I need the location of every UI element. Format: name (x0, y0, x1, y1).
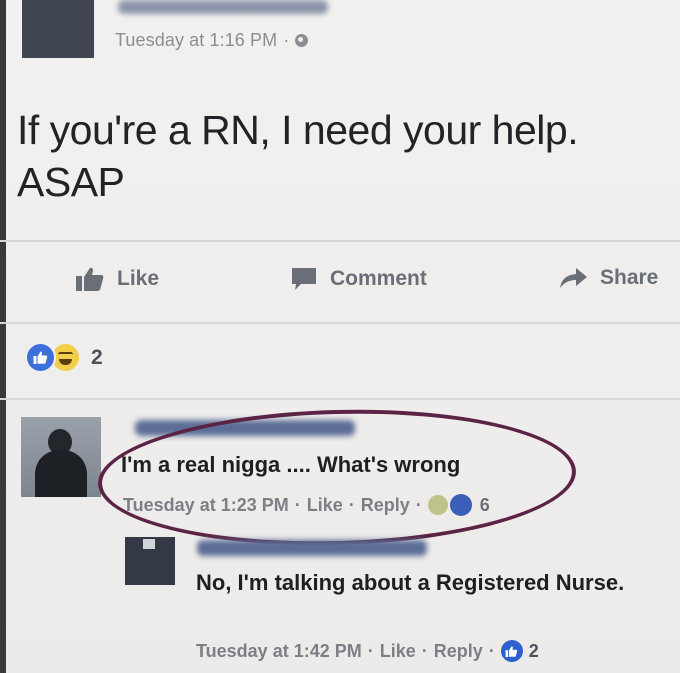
reply-meta: Tuesday at 1:42 PM · Like · Reply · 2 (196, 640, 539, 662)
dot-separator: · (488, 640, 495, 661)
comment-label: Comment (330, 267, 427, 290)
reply-avatar[interactable] (125, 537, 175, 585)
like-label: Like (117, 267, 160, 290)
dot-separator: · (421, 640, 428, 661)
dot-separator: · (367, 640, 374, 661)
globe-icon (295, 34, 309, 47)
speech-bubble-icon (290, 266, 318, 292)
action-bar: Like Comment Share (0, 240, 680, 324)
comment-button[interactable]: Comment (290, 266, 427, 292)
reply-time[interactable]: Tuesday at 1:42 PM (196, 641, 362, 662)
left-edge (0, 0, 6, 673)
reply-like-link[interactable]: Like (380, 641, 416, 662)
like-icon (500, 640, 523, 662)
reply-name-blurred (197, 540, 427, 556)
post-timestamp[interactable]: Tuesday at 1:16 PM · (115, 30, 309, 51)
reply-reply-link[interactable]: Reply (434, 641, 483, 662)
share-arrow-icon (558, 266, 588, 290)
reply-text: No, I'm talking about a Registered Nurse… (196, 570, 625, 595)
avatar-body-shape (35, 450, 87, 497)
post-text-line1: If you're a RN, I need your help. (17, 107, 579, 153)
divider (0, 398, 680, 400)
separator: · (283, 30, 290, 50)
post-text-line2: ASAP (17, 159, 125, 205)
like-button[interactable]: Like (75, 266, 159, 292)
post-time-text: Tuesday at 1:16 PM (115, 30, 278, 50)
post-body: If you're a RN, I need your help. ASAP (17, 104, 667, 208)
share-label: Share (600, 266, 659, 289)
share-button[interactable]: Share (558, 266, 658, 290)
poster-avatar[interactable] (22, 0, 94, 58)
reply-reaction-count[interactable]: 2 (529, 641, 539, 662)
reactions-summary[interactable]: 2 (25, 342, 103, 373)
poster-name-blurred (118, 0, 328, 14)
reaction-count: 2 (91, 345, 103, 369)
commenter-avatar[interactable] (21, 417, 101, 497)
like-icon (25, 342, 56, 373)
thumbs-up-icon (75, 266, 105, 292)
